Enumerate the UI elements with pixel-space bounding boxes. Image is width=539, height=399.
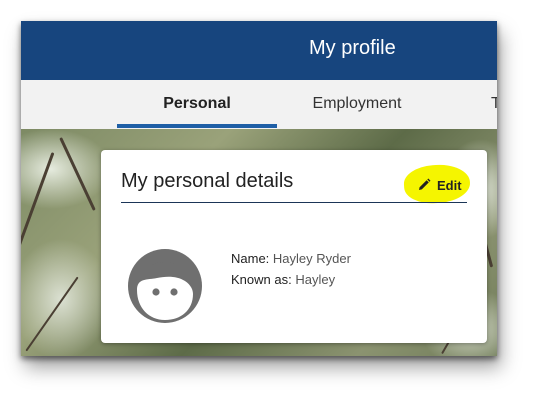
app-window: My profile Personal Employment T My pers… xyxy=(21,21,497,356)
name-key: Name: xyxy=(231,251,270,266)
pencil-icon xyxy=(419,178,431,190)
known-as-value: Hayley xyxy=(295,272,336,287)
personal-details-card: My personal details Edit Name: Hayley Ry… xyxy=(101,150,487,343)
card-title: My personal details xyxy=(121,170,294,192)
branch-decoration xyxy=(59,137,96,211)
header-bar: My profile xyxy=(21,21,497,80)
branch-decoration xyxy=(21,152,55,266)
name-value: Hayley Ryder xyxy=(272,251,351,266)
known-as-key: Known as: xyxy=(231,272,292,287)
tab-personal[interactable]: Personal xyxy=(117,80,277,129)
face-avatar-icon xyxy=(128,249,202,323)
title-divider xyxy=(121,202,467,203)
edit-label: Edit xyxy=(437,177,462,193)
edit-button[interactable]: Edit xyxy=(417,175,462,195)
detail-row-name: Name: Hayley Ryder xyxy=(231,248,351,269)
details-list: Name: Hayley Ryder Known as: Hayley xyxy=(231,248,351,290)
tab-next-partial[interactable]: T xyxy=(491,80,497,129)
detail-row-known-as: Known as: Hayley xyxy=(231,269,351,290)
page-title: My profile xyxy=(309,37,396,59)
tab-bar: Personal Employment T xyxy=(21,80,497,129)
branch-decoration xyxy=(25,276,79,352)
active-tab-indicator xyxy=(117,124,277,128)
tab-employment[interactable]: Employment xyxy=(277,80,437,129)
